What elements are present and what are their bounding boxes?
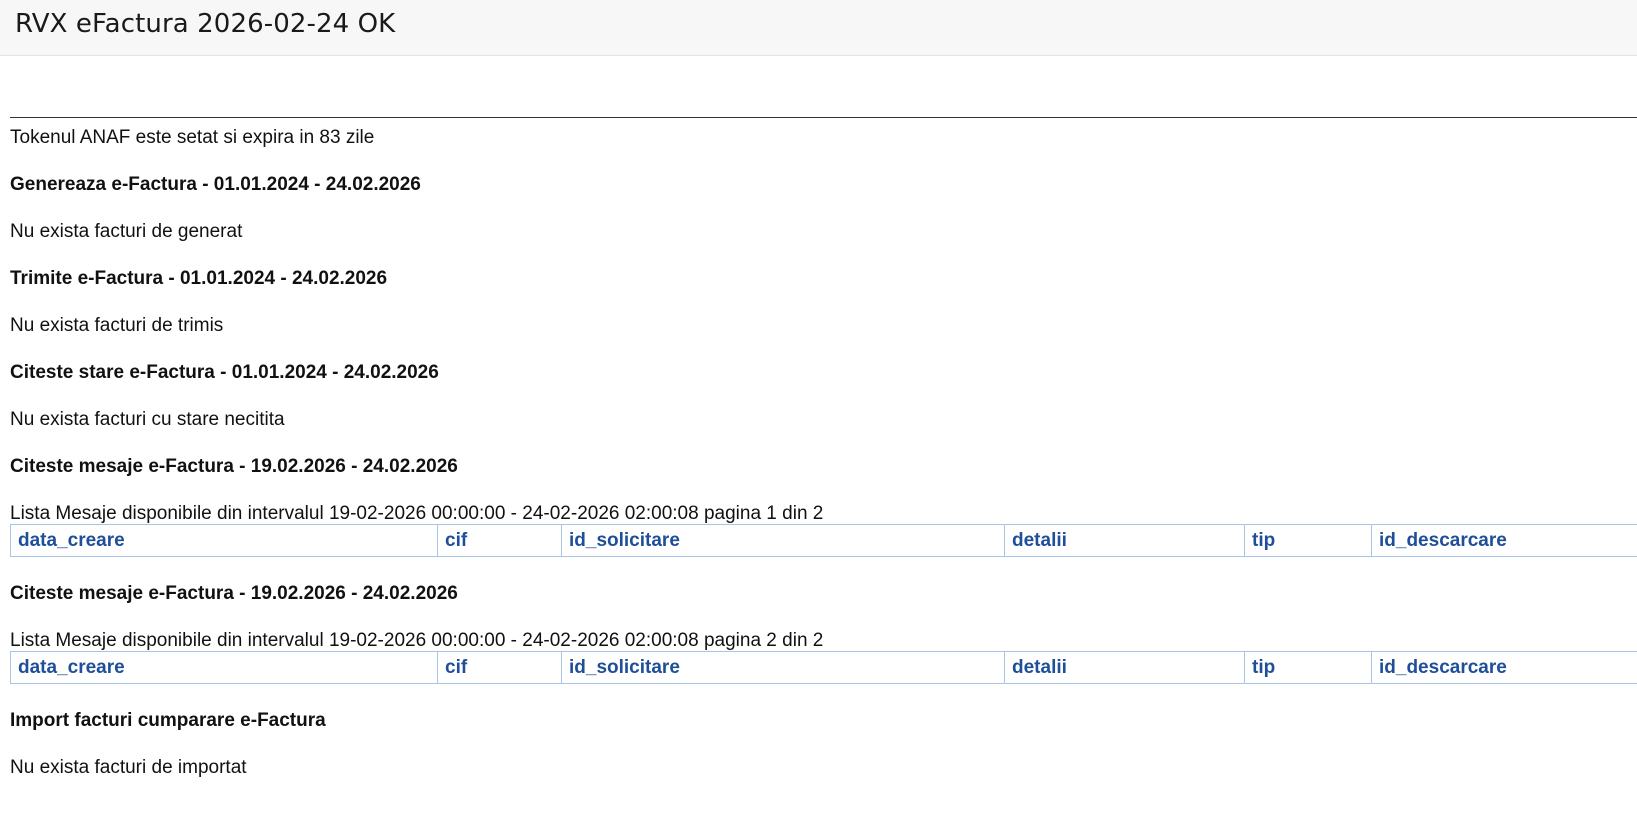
token-status-text: Tokenul ANAF este setat si expira in 83 … — [10, 127, 375, 148]
page-title: RVX eFactura 2026-02-24 OK — [15, 8, 396, 39]
section-heading-genereaza: Genereaza e-Factura - 01.01.2024 - 24.02… — [10, 174, 421, 195]
column-header-data-creare[interactable]: data_creare — [11, 652, 438, 684]
messages-table-page1: data_creare cif id_solicitare detalii ti… — [10, 524, 1637, 557]
section-message-stare: Nu exista facturi cu stare necitita — [10, 409, 285, 430]
column-header-tip[interactable]: tip — [1244, 651, 1372, 684]
section-message-genereaza: Nu exista facturi de generat — [10, 221, 243, 242]
section-message-mesaje-page2: Lista Mesaje disponibile din intervalul … — [10, 630, 824, 651]
column-header-id-descarcare[interactable]: id_descarcare — [1371, 524, 1637, 557]
column-header-cif[interactable]: cif — [437, 524, 562, 557]
section-heading-mesaje-page2: Citeste mesaje e-Factura - 19.02.2026 - … — [10, 583, 458, 604]
column-header-id-descarcare[interactable]: id_descarcare — [1371, 651, 1637, 684]
app-header: RVX eFactura 2026-02-24 OK — [0, 0, 1637, 56]
section-heading-mesaje-page1: Citeste mesaje e-Factura - 19.02.2026 - … — [10, 456, 458, 477]
section-heading-trimite: Trimite e-Factura - 01.01.2024 - 24.02.2… — [10, 268, 388, 289]
section-heading-stare: Citeste stare e-Factura - 01.01.2024 - 2… — [10, 362, 439, 383]
column-header-data-creare[interactable]: data_creare — [11, 525, 438, 557]
section-heading-import: Import facturi cumparare e-Factura — [10, 710, 326, 731]
column-header-detalii[interactable]: detalii — [1004, 651, 1245, 684]
section-message-mesaje-page1: Lista Mesaje disponibile din intervalul … — [10, 503, 824, 524]
column-header-id-solicitare[interactable]: id_solicitare — [561, 524, 1005, 557]
column-header-detalii[interactable]: detalii — [1004, 524, 1245, 557]
messages-table-page2: data_creare cif id_solicitare detalii ti… — [10, 651, 1637, 684]
column-header-tip[interactable]: tip — [1244, 524, 1372, 557]
section-message-trimite: Nu exista facturi de trimis — [10, 315, 224, 336]
column-header-id-solicitare[interactable]: id_solicitare — [561, 651, 1005, 684]
section-message-import: Nu exista facturi de importat — [10, 757, 247, 778]
table-header-row: data_creare cif id_solicitare detalii ti… — [11, 524, 1637, 557]
horizontal-divider — [10, 117, 1637, 118]
table-header-row: data_creare cif id_solicitare detalii ti… — [11, 651, 1637, 684]
column-header-cif[interactable]: cif — [437, 651, 562, 684]
